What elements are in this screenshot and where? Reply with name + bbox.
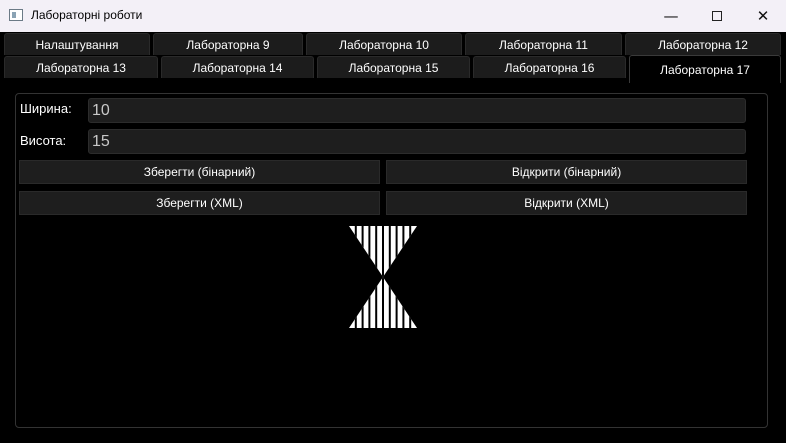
- height-input[interactable]: 15: [88, 129, 746, 154]
- tab-lab-12[interactable]: Лабораторна 12: [625, 33, 781, 55]
- app-window-icon: [9, 9, 23, 21]
- minimize-icon: —: [663, 7, 679, 25]
- tab-lab-15[interactable]: Лабораторна 15: [317, 56, 470, 78]
- tab-lab-17[interactable]: Лабораторна 17: [629, 55, 781, 83]
- tab-lab-16[interactable]: Лабораторна 16: [473, 56, 626, 78]
- width-label: Ширина:: [20, 101, 72, 116]
- close-button[interactable]: ✕: [740, 0, 786, 32]
- maximize-icon: [712, 11, 722, 21]
- tab-lab-11[interactable]: Лабораторна 11: [465, 33, 622, 55]
- hourglass-figure: [349, 226, 417, 328]
- open-binary-button[interactable]: Відкрити (бінарний): [386, 160, 747, 184]
- window-title: Лабораторні роботи: [31, 8, 143, 22]
- tab-lab-14[interactable]: Лабораторна 14: [161, 56, 314, 78]
- title-bar: Лабораторні роботи — ✕: [0, 0, 786, 32]
- open-xml-button[interactable]: Відкрити (XML): [386, 191, 747, 215]
- minimize-button[interactable]: —: [648, 0, 694, 32]
- height-label: Висота:: [20, 133, 67, 148]
- tab-lab-9[interactable]: Лабораторна 9: [153, 33, 303, 55]
- width-input[interactable]: 10: [88, 98, 746, 123]
- close-icon: ✕: [756, 7, 770, 25]
- save-binary-button[interactable]: Зберегти (бінарний): [19, 160, 380, 184]
- tab-lab-13[interactable]: Лабораторна 13: [4, 56, 158, 78]
- tab-settings[interactable]: Налаштування: [4, 33, 150, 55]
- maximize-button[interactable]: [694, 0, 740, 32]
- tab-lab-10[interactable]: Лабораторна 10: [306, 33, 462, 55]
- save-xml-button[interactable]: Зберегти (XML): [19, 191, 380, 215]
